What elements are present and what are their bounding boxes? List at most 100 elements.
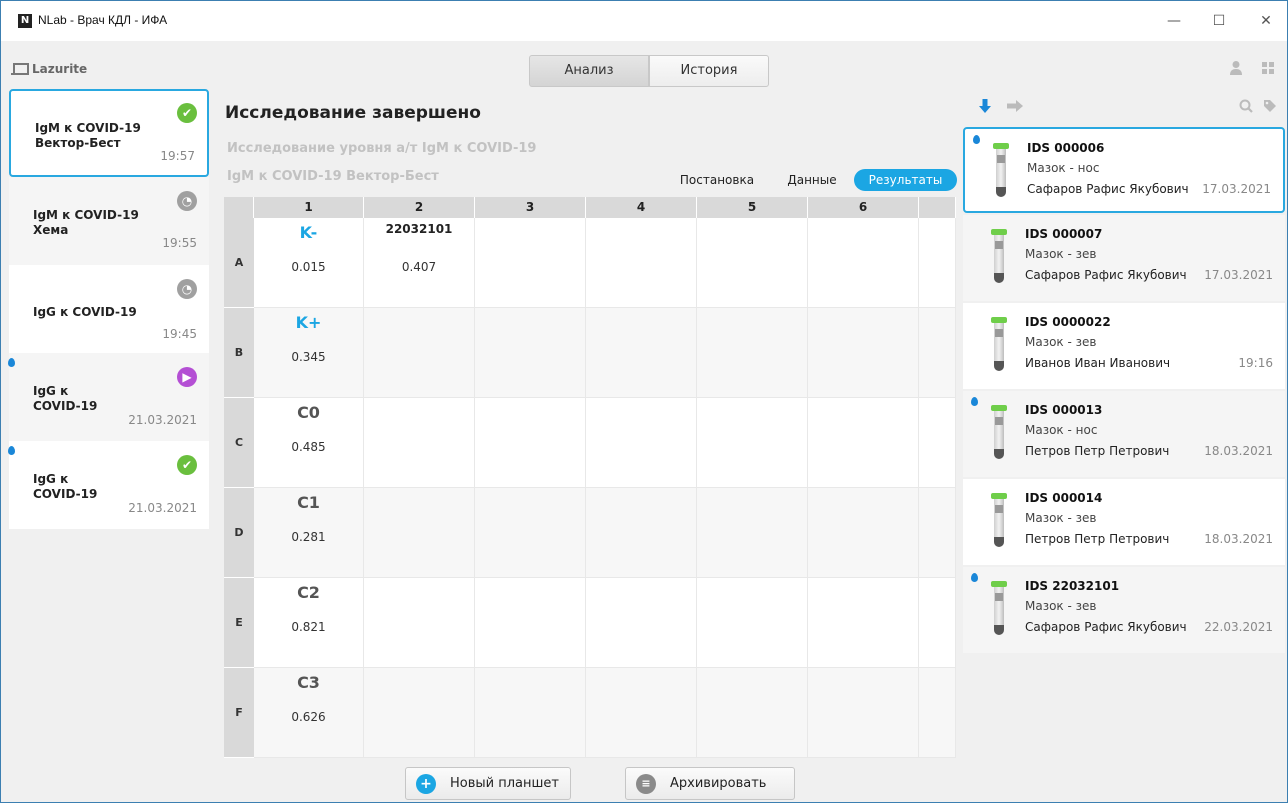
search-icon[interactable] xyxy=(1239,99,1253,113)
patient-name: Иванов Иван Иванович xyxy=(1025,356,1171,370)
plate-well[interactable] xyxy=(364,398,475,488)
sample-date: 18.03.2021 xyxy=(1204,444,1273,458)
sample-date: 18.03.2021 xyxy=(1204,532,1273,546)
sample-card[interactable]: IDS 22032101 Мазок - зев Сафаров Рафис Яку… xyxy=(963,567,1285,653)
plate-well[interactable]: C2 0.821 xyxy=(254,578,364,668)
plate-well[interactable] xyxy=(586,398,697,488)
plate-well[interactable] xyxy=(586,308,697,398)
plate-well[interactable] xyxy=(808,308,919,398)
sample-card[interactable]: IDS 000006 Мазок - нос Сафаров Рафис Якубо… xyxy=(963,127,1285,213)
grid-icon[interactable] xyxy=(1261,61,1275,75)
test-item[interactable]: ✔ IgM к COVID-19 Вектор-Бест 19:57 xyxy=(9,89,209,177)
laptop-icon xyxy=(11,63,29,75)
well-value: 0.821 xyxy=(291,620,326,634)
sample-id: IDS 0000022 xyxy=(1025,315,1111,329)
plate-row-header: B xyxy=(224,308,254,398)
plate-well[interactable] xyxy=(808,218,919,308)
test-time: 21.03.2021 xyxy=(128,501,197,515)
plate-well[interactable]: 22032101 0.407 xyxy=(364,218,475,308)
plate-well[interactable] xyxy=(919,308,956,398)
plate-well[interactable] xyxy=(364,488,475,578)
well-value: 0.015 xyxy=(291,260,326,274)
plate-well[interactable]: C3 0.626 xyxy=(254,668,364,758)
sample-card[interactable]: IDS 000013 Мазок - нос Петров Петр Петрови… xyxy=(963,391,1285,477)
drop-icon xyxy=(8,358,15,367)
sample-date: 17.03.2021 xyxy=(1204,268,1273,282)
main-content: Исследование завершено Исследование уров… xyxy=(209,89,961,802)
plate-well[interactable]: C1 0.281 xyxy=(254,488,364,578)
plate-well[interactable] xyxy=(919,578,956,668)
maximize-button[interactable]: ☐ xyxy=(1204,9,1234,33)
tab-setup[interactable]: Постановка xyxy=(672,169,762,191)
test-item[interactable]: ◔ IgM к COVID-19 Хема 19:55 xyxy=(9,177,209,265)
plate-well[interactable] xyxy=(697,398,808,488)
well-value: 0.345 xyxy=(291,350,326,364)
tab-history[interactable]: История xyxy=(649,55,769,87)
plate-well[interactable] xyxy=(364,308,475,398)
user-icon[interactable] xyxy=(1229,60,1243,76)
test-item[interactable]: ▶ IgG к COVID-19 21.03.2021 xyxy=(8,353,209,441)
well-label: K+ xyxy=(295,313,322,332)
new-plate-button[interactable]: + Новый планшет xyxy=(405,767,571,800)
check-icon: ✔ xyxy=(177,455,197,475)
window-title: NLab - Врач КДЛ - ИФА xyxy=(38,13,168,27)
well-value: 0.485 xyxy=(291,440,326,454)
archive-button[interactable]: ≡ Архивировать xyxy=(625,767,795,800)
tab-results[interactable]: Результаты xyxy=(854,169,957,191)
forward-arrow-icon[interactable] xyxy=(1007,100,1023,112)
plate-well[interactable] xyxy=(475,398,586,488)
plate-well[interactable] xyxy=(475,308,586,398)
plate-well[interactable] xyxy=(697,308,808,398)
sample-date: 17.03.2021 xyxy=(1202,182,1271,196)
plate-well[interactable]: K- 0.015 xyxy=(254,218,364,308)
plate-well[interactable] xyxy=(586,488,697,578)
plate-well[interactable] xyxy=(697,578,808,668)
tab-data[interactable]: Данные xyxy=(782,169,842,191)
sample-id: IDS 22032101 xyxy=(1025,579,1120,593)
plate-well[interactable] xyxy=(808,398,919,488)
plate-well[interactable] xyxy=(919,218,956,308)
plate-well[interactable] xyxy=(808,488,919,578)
plate-well[interactable] xyxy=(697,218,808,308)
sample-card[interactable]: IDS 000007 Мазок - зев Сафаров Рафис Якубо… xyxy=(963,215,1285,301)
brand: Lazurite xyxy=(11,62,87,76)
test-item[interactable]: ✔ IgG к COVID-19 21.03.2021 xyxy=(8,441,209,529)
sample-type: Мазок - зев xyxy=(1025,511,1097,525)
sample-card[interactable]: IDS 0000022 Мазок - зев Иванов Иван Иванов… xyxy=(963,303,1285,389)
plate-well[interactable] xyxy=(697,488,808,578)
plate-well[interactable] xyxy=(475,218,586,308)
plate-well[interactable] xyxy=(475,578,586,668)
plate-well[interactable] xyxy=(475,668,586,758)
plate-well[interactable] xyxy=(697,668,808,758)
download-arrow-icon[interactable] xyxy=(979,99,991,113)
app-logo-icon: N xyxy=(18,14,32,28)
plate-well[interactable] xyxy=(586,578,697,668)
plate-well[interactable] xyxy=(808,578,919,668)
test-list: ✔ IgM к COVID-19 Вектор-Бест 19:57 ◔ IgM… xyxy=(8,89,209,802)
tag-icon[interactable] xyxy=(1263,99,1277,113)
plate-well[interactable] xyxy=(364,668,475,758)
minimize-button[interactable]: — xyxy=(1159,9,1189,33)
plate-well[interactable] xyxy=(808,668,919,758)
plate-well[interactable] xyxy=(475,488,586,578)
sample-id: IDS 000007 xyxy=(1025,227,1103,241)
plate-well[interactable] xyxy=(919,668,956,758)
sample-card[interactable]: IDS 000014 Мазок - зев Петров Петр Петрови… xyxy=(963,479,1285,565)
tab-analysis[interactable]: Анализ xyxy=(529,55,649,87)
plate-column-header: 2 xyxy=(364,197,475,218)
plate-well[interactable] xyxy=(919,488,956,578)
plate-well[interactable] xyxy=(586,668,697,758)
well-label: C0 xyxy=(297,403,320,422)
test-item[interactable]: ◔ IgG к COVID-19 19:45 xyxy=(9,265,209,353)
plate-well[interactable] xyxy=(586,218,697,308)
plate-well[interactable]: K+ 0.345 xyxy=(254,308,364,398)
sample-type: Мазок - нос xyxy=(1025,423,1098,437)
patient-name: Петров Петр Петрович xyxy=(1025,444,1170,458)
well-value: 0.626 xyxy=(291,710,326,724)
close-button[interactable]: ✕ xyxy=(1251,9,1281,33)
drop-icon xyxy=(971,397,978,406)
plate-well[interactable] xyxy=(364,578,475,668)
plate-well[interactable]: C0 0.485 xyxy=(254,398,364,488)
plate-well[interactable] xyxy=(919,398,956,488)
toolbar: Lazurite Анализ История xyxy=(1,41,1287,87)
